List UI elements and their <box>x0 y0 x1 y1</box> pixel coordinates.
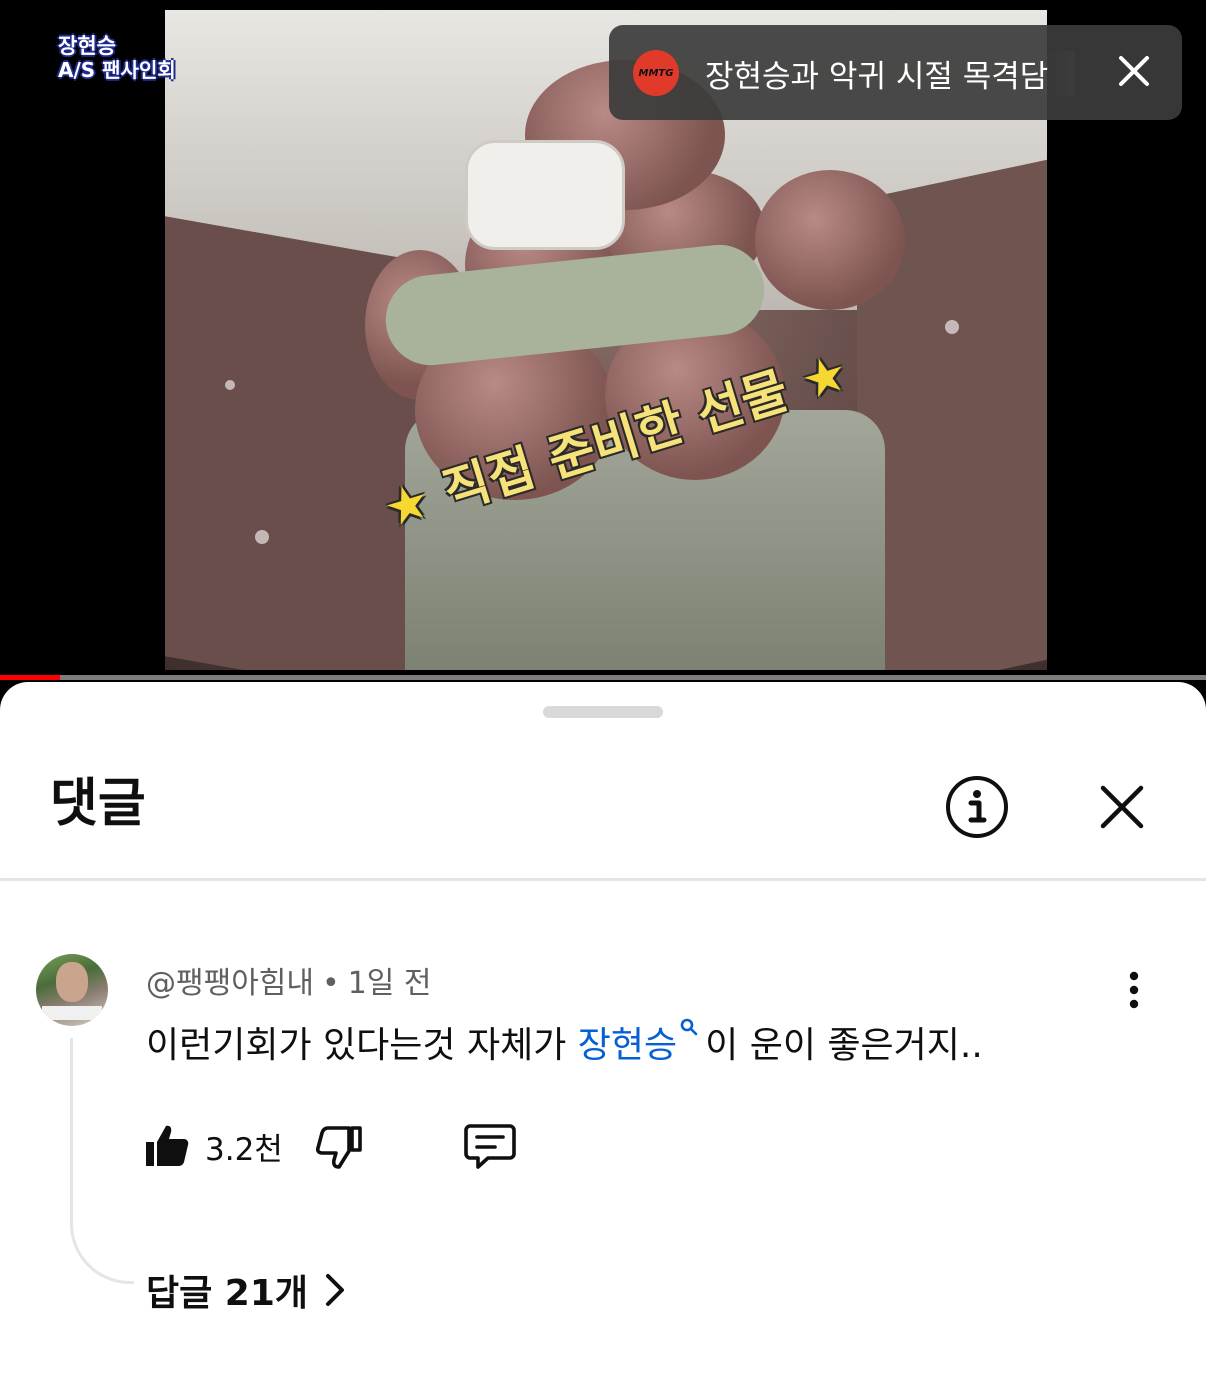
meta-separator: • <box>322 966 340 1001</box>
thumb-down-icon[interactable] <box>316 1124 362 1170</box>
drag-handle[interactable] <box>543 706 663 718</box>
video-progress-fill <box>0 675 61 680</box>
info-icon[interactable] <box>944 774 1010 840</box>
close-icon[interactable] <box>1097 782 1147 832</box>
replies-label: 답글 21개 <box>146 1273 308 1314</box>
video-player[interactable]: ★ 직접 준비한 선물 ★ 장현승 A/S 팬사인회 MMTG 장현승과 악귀 … <box>0 0 1206 680</box>
more-vert-icon[interactable] <box>1118 970 1150 1010</box>
like-count: 3.2천 <box>205 1132 283 1168</box>
comment-time: 1일 전 <box>347 966 432 1001</box>
reply-thread-line <box>70 1038 134 1284</box>
view-replies-button[interactable]: 답글 21개 <box>146 1264 346 1316</box>
close-icon[interactable] <box>1116 53 1152 89</box>
chevron-right-icon <box>326 1274 344 1306</box>
comment-text: 이런기회가 있다는것 자체가 장현승 이 운이 좋은거지.. <box>146 1016 983 1068</box>
avatar[interactable] <box>36 954 108 1026</box>
thumb-up-icon[interactable] <box>144 1122 190 1168</box>
comments-panel: 댓글 @팽팽아힘내 • 1일 전 이런기회가 있다는것 자체가 장현승 이 운이 좋은… <box>0 682 1206 1379</box>
header-divider <box>0 878 1206 881</box>
related-video-title[interactable]: 장현승과 악귀 시절 목격담 <box>705 51 1075 96</box>
search-icon <box>680 1018 698 1036</box>
mention-link[interactable]: 장현승 <box>578 1025 677 1066</box>
related-video-chip[interactable]: MMTG 장현승과 악귀 시절 목격담 <box>609 25 1182 120</box>
panel-title: 댓글 <box>50 774 146 834</box>
channel-watermark-logo: 장현승 A/S 팬사인회 <box>58 34 176 82</box>
channel-badge: MMTG <box>633 50 679 96</box>
comment-meta: @팽팽아힘내 • 1일 전 <box>146 958 432 1002</box>
reply-icon[interactable] <box>464 1122 516 1170</box>
video-progress-bar[interactable] <box>0 675 1206 680</box>
comment-author[interactable]: @팽팽아힘내 <box>146 966 314 1001</box>
